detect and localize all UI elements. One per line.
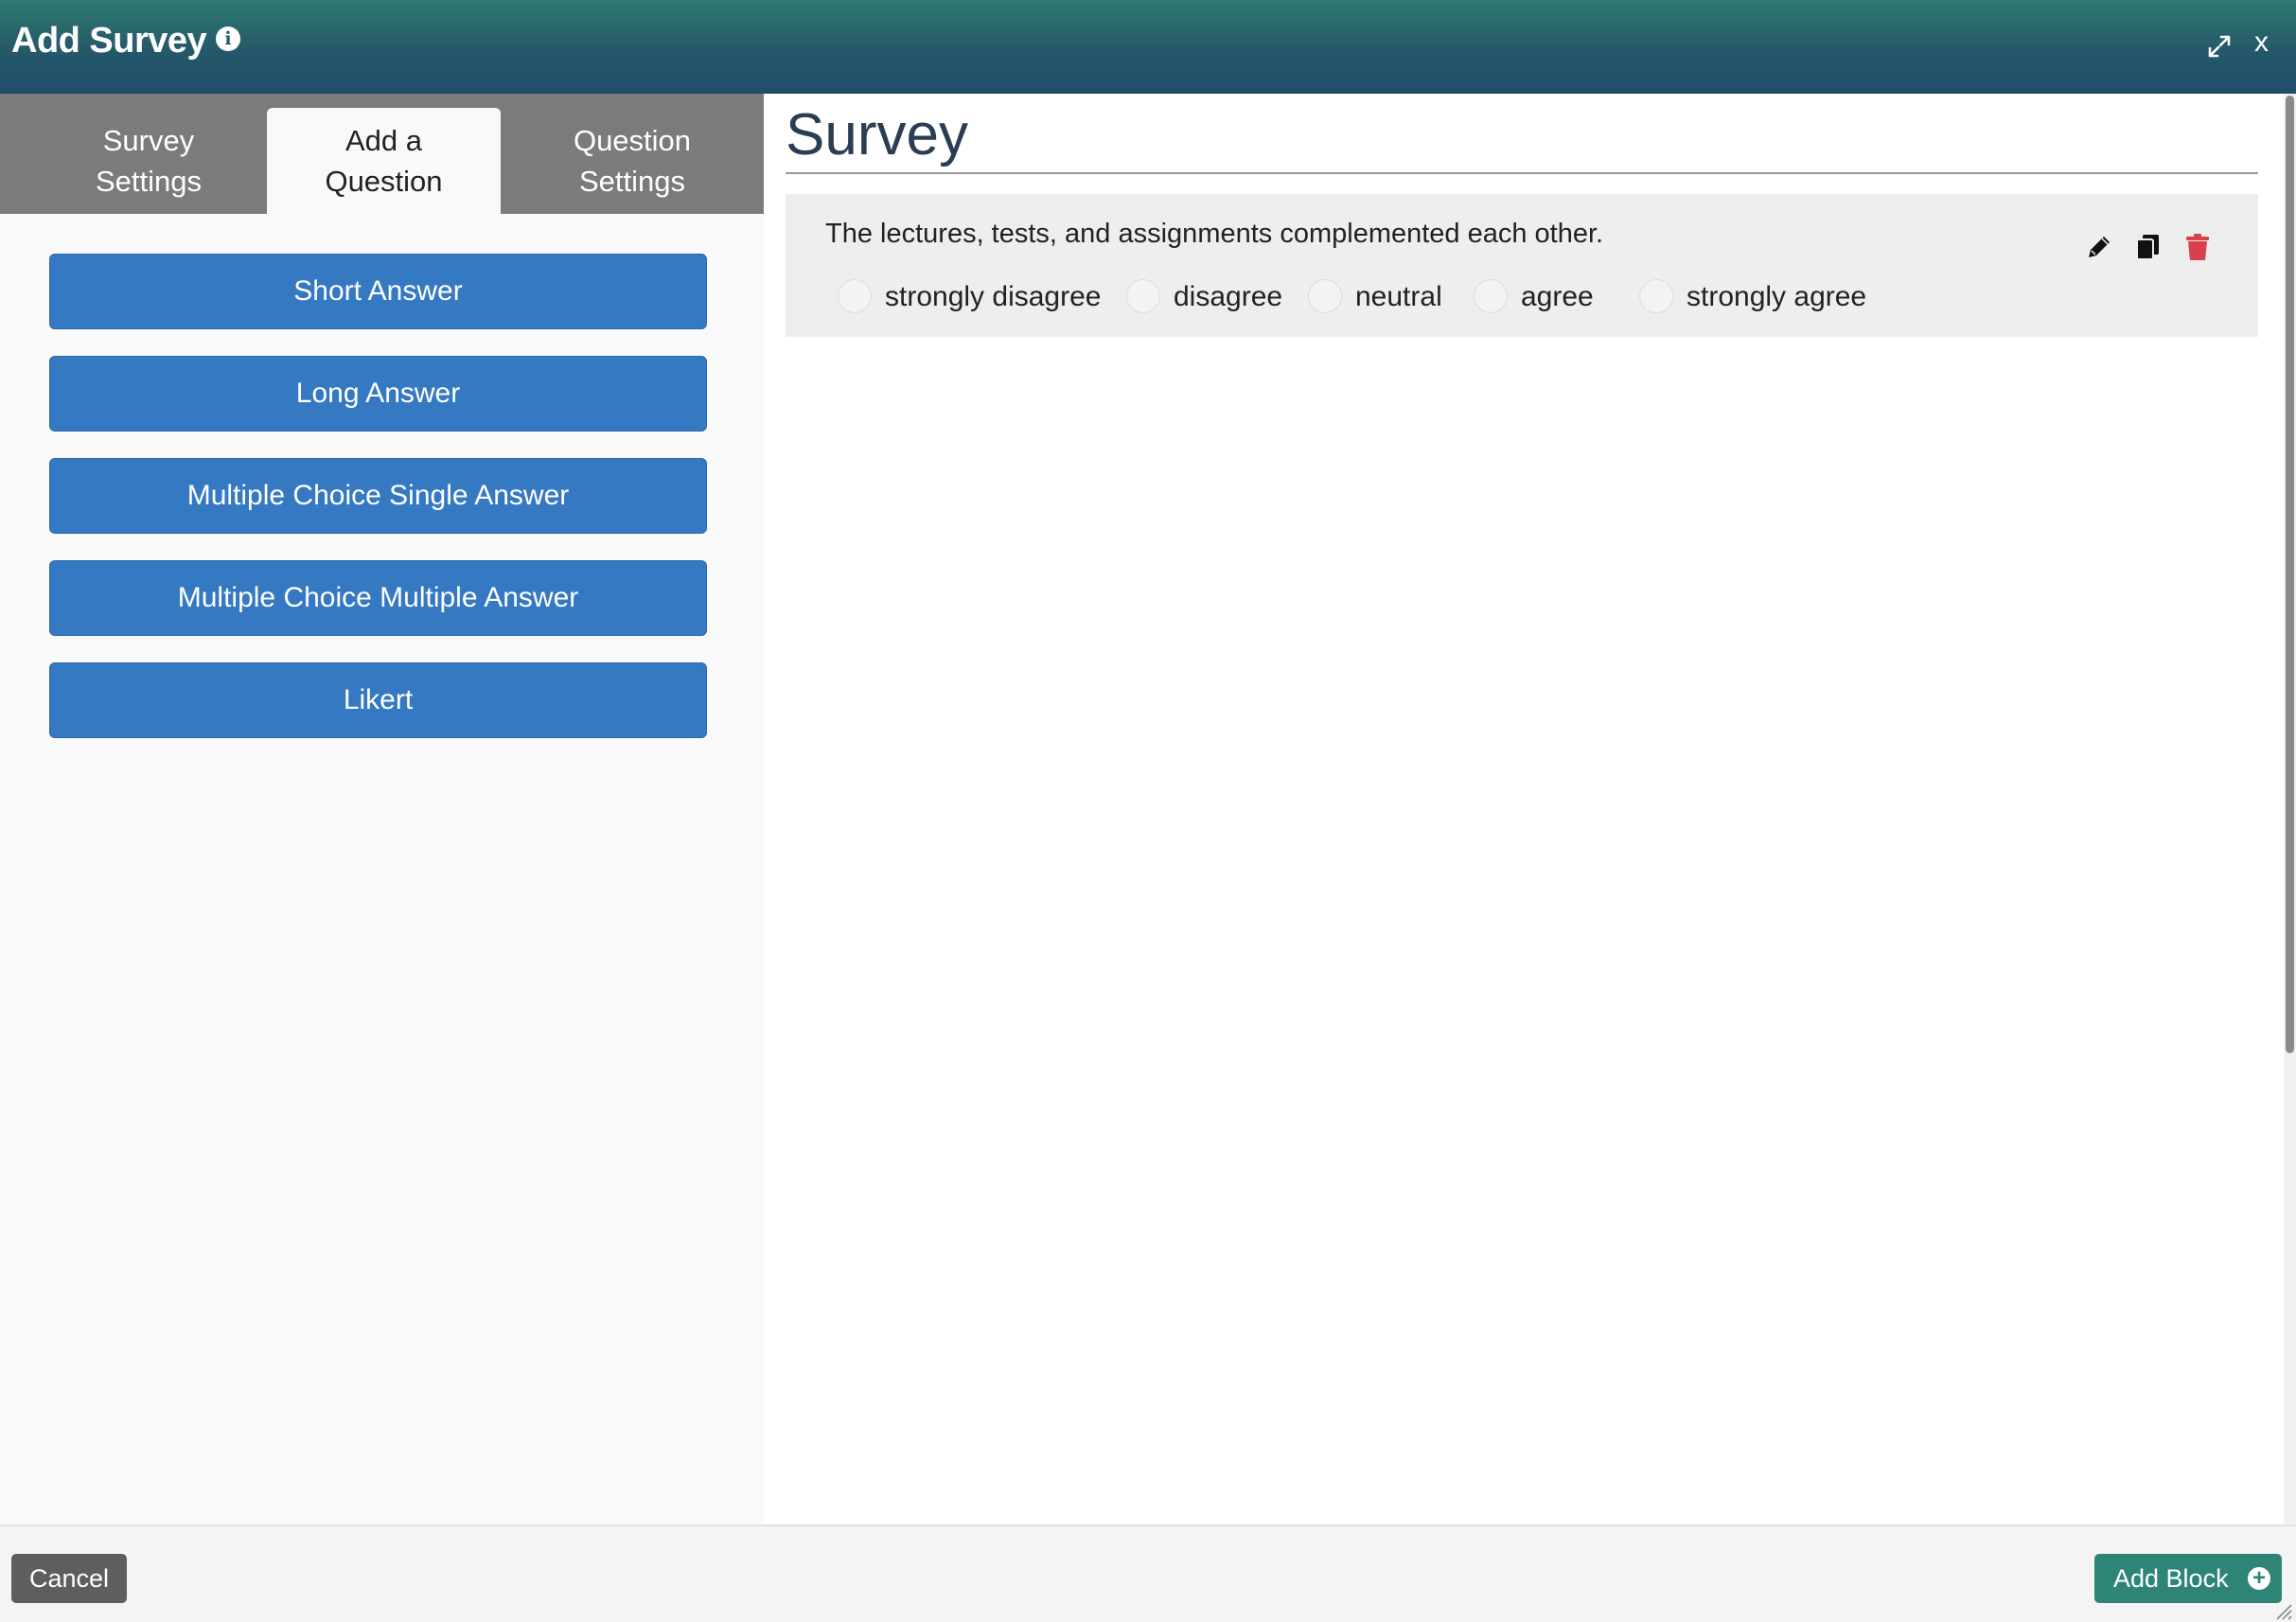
pencil-icon[interactable] (2082, 230, 2116, 264)
multiple-choice-multiple-answer-button[interactable]: Multiple Choice Multiple Answer (49, 560, 707, 636)
plus-circle-icon: + (2248, 1567, 2270, 1590)
radio-button[interactable] (1126, 279, 1160, 313)
radio-button[interactable] (1639, 279, 1673, 313)
add-block-button[interactable]: Add Block + (2094, 1554, 2282, 1603)
footer-bar: Cancel Add Block + (0, 1525, 2296, 1622)
cancel-button[interactable]: Cancel (11, 1554, 127, 1603)
option-label: strongly agree (1687, 281, 1867, 312)
tab-label: Add a (344, 124, 422, 157)
window-title: Add Survey (11, 21, 207, 61)
scrollbar-thumb[interactable] (2286, 96, 2294, 1053)
title-bar: Add Survey i x (0, 0, 2296, 94)
copy-icon[interactable] (2131, 230, 2165, 264)
tab-add-a-question[interactable]: Add a Question (267, 108, 501, 214)
survey-preview-panel: Survey The lectures, tests, and assignme… (764, 94, 2290, 1525)
tab-label: Question (325, 165, 443, 198)
multiple-choice-single-answer-button[interactable]: Multiple Choice Single Answer (49, 458, 707, 534)
question-text: The lectures, tests, and assignments com… (825, 219, 1604, 249)
survey-heading: Survey (786, 102, 968, 167)
add-block-label: Add Block (2113, 1564, 2229, 1593)
option-label: agree (1521, 281, 1594, 312)
close-icon[interactable]: x (2254, 26, 2269, 59)
divider (786, 172, 2258, 174)
likert-button[interactable]: Likert (49, 662, 707, 738)
resize-handle-icon[interactable] (2273, 1601, 2292, 1620)
radio-button[interactable] (838, 279, 872, 313)
radio-button[interactable] (1308, 279, 1342, 313)
trash-icon[interactable] (2181, 230, 2215, 264)
long-answer-button[interactable]: Long Answer (49, 356, 707, 432)
info-icon[interactable]: i (216, 26, 240, 51)
tab-label: Question (573, 124, 692, 157)
tab-label: Settings (578, 165, 685, 198)
tab-label: Survey (102, 124, 195, 157)
tab-question-settings[interactable]: Question Settings (514, 108, 751, 214)
expand-icon[interactable] (2205, 32, 2234, 61)
question-block[interactable]: The lectures, tests, and assignments com… (786, 194, 2258, 337)
option-label: disagree (1174, 281, 1283, 312)
option-label: neutral (1355, 281, 1442, 312)
short-answer-button[interactable]: Short Answer (49, 254, 707, 329)
tab-label: Settings (95, 165, 202, 198)
tab-strip: Survey Settings Add a Question Question … (0, 94, 764, 214)
option-label: strongly disagree (885, 281, 1102, 312)
radio-button[interactable] (1474, 279, 1508, 313)
tab-survey-settings[interactable]: Survey Settings (30, 108, 267, 214)
left-panel: Survey Settings Add a Question Question … (0, 94, 764, 1525)
